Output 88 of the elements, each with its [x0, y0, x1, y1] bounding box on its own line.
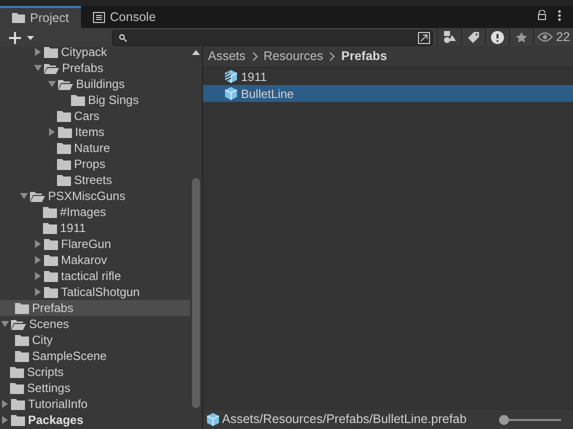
folder-icon — [12, 13, 25, 23]
tree-item[interactable]: Prefabs — [0, 60, 190, 76]
folder-icon — [44, 254, 58, 266]
folder-icon — [57, 174, 71, 186]
asset-item[interactable]: BulletLine — [203, 85, 573, 102]
collapsed-arrow-icon[interactable] — [48, 128, 56, 136]
cube-icon — [225, 87, 237, 100]
folder-icon — [58, 126, 72, 138]
tree-item[interactable]: Cars — [0, 108, 190, 124]
tree-item[interactable]: Props — [0, 156, 190, 172]
folder-icon — [44, 270, 58, 282]
collapsed-arrow-icon[interactable] — [34, 256, 42, 264]
tree-item[interactable]: Prefabs — [0, 300, 190, 316]
panel-tab[interactable]: Project — [0, 6, 81, 28]
tree-item[interactable]: Scenes — [0, 316, 190, 332]
folder-icon — [15, 350, 29, 362]
folder-icon — [57, 142, 71, 154]
lock-icon[interactable] — [538, 10, 546, 20]
search-field[interactable] — [112, 30, 434, 46]
search-scope-icon[interactable] — [418, 32, 430, 44]
collapsed-arrow-icon[interactable] — [34, 272, 42, 280]
folder-icon — [10, 366, 24, 378]
eye-icon[interactable] — [537, 32, 554, 42]
collapsed-arrow-icon[interactable] — [34, 48, 42, 56]
tree-item[interactable]: Settings — [0, 380, 190, 396]
collapsed-arrow-icon[interactable] — [1, 416, 9, 424]
tree-item[interactable]: tactical rifle — [0, 268, 190, 284]
folder-icon — [57, 158, 71, 170]
folder-icon — [71, 94, 85, 106]
folder-icon — [44, 238, 58, 250]
panel-tab[interactable]: Console — [80, 6, 168, 28]
expanded-arrow-icon[interactable] — [48, 80, 56, 88]
asset-item[interactable]: 1911 — [203, 68, 573, 85]
striped-cube-icon — [225, 70, 237, 83]
tree-item[interactable]: TaticalShotgun — [0, 284, 190, 300]
tree-item[interactable]: Citypack — [0, 46, 190, 60]
tree-item[interactable]: Big Sings — [0, 92, 190, 108]
shapes-icon[interactable] — [443, 31, 456, 43]
console-icon — [92, 12, 105, 22]
open-folder-icon — [58, 78, 73, 90]
folder-icon — [10, 382, 24, 394]
tree-item[interactable]: PSXMiscGuns — [0, 188, 190, 204]
breadcrumb-item[interactable]: Resources — [264, 47, 324, 66]
tree-item[interactable]: FlareGun — [0, 236, 190, 252]
expanded-arrow-icon[interactable] — [34, 64, 42, 72]
warning-icon[interactable] — [491, 30, 504, 44]
folder-icon — [15, 334, 29, 346]
breadcrumb-item[interactable]: Assets — [208, 47, 246, 66]
tree-item[interactable]: Packages — [0, 412, 190, 428]
cube-icon — [207, 413, 219, 426]
hidden-count: 22 — [556, 28, 570, 46]
scroll-up-icon[interactable] — [192, 50, 200, 55]
tree-item[interactable]: Buildings — [0, 76, 190, 92]
chevron-right-icon — [252, 52, 258, 61]
more-menu-icon[interactable] — [558, 10, 561, 21]
open-folder-icon — [44, 62, 59, 74]
tree-item[interactable]: City — [0, 332, 190, 348]
add-dropdown-icon[interactable] — [9, 32, 35, 44]
scrollbar-thumb[interactable] — [192, 178, 200, 408]
folder-icon — [43, 206, 57, 218]
tree-item[interactable]: Streets — [0, 172, 190, 188]
search-icon — [119, 34, 127, 42]
tag-icon[interactable] — [468, 32, 480, 42]
tree-item[interactable]: Makarov — [0, 252, 190, 268]
folder-icon — [15, 302, 29, 314]
tree-item[interactable]: 1911 — [0, 220, 190, 236]
expanded-arrow-icon[interactable] — [20, 192, 28, 200]
folder-icon — [44, 286, 58, 298]
expanded-arrow-icon[interactable] — [1, 320, 9, 328]
tree-item[interactable]: TutorialInfo — [0, 396, 190, 412]
folder-icon — [57, 110, 71, 122]
tree-item[interactable]: Scripts — [0, 364, 190, 380]
breadcrumb-item[interactable]: Prefabs — [341, 47, 388, 66]
folder-icon — [43, 222, 57, 234]
tree-item[interactable]: Nature — [0, 140, 190, 156]
collapsed-arrow-icon[interactable] — [34, 240, 42, 248]
open-folder-icon — [30, 190, 45, 202]
collapsed-arrow-icon[interactable] — [1, 400, 9, 408]
asset-path: Assets/Resources/Prefabs/BulletLine.prefab — [222, 411, 467, 428]
open-folder-icon — [11, 318, 26, 330]
tree-item[interactable]: #Images — [0, 204, 190, 220]
star-icon[interactable] — [516, 32, 528, 42]
folder-icon — [11, 398, 25, 410]
folder-icon — [11, 414, 25, 426]
tree-item[interactable]: Items — [0, 124, 190, 140]
collapsed-arrow-icon[interactable] — [34, 288, 42, 296]
chevron-right-icon — [329, 52, 336, 61]
tree-item[interactable]: SampleScene — [0, 348, 190, 364]
